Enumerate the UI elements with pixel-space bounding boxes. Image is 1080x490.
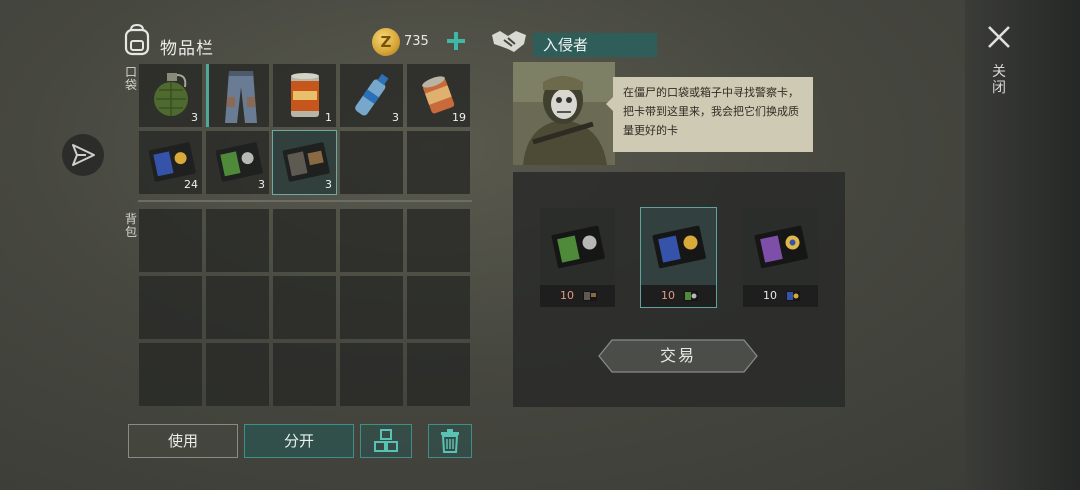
police-card-green-icon <box>551 225 605 269</box>
police-card-green-icon <box>684 291 698 301</box>
trash-icon <box>441 429 459 453</box>
item-count: 3 <box>258 178 265 191</box>
share-button[interactable] <box>62 134 104 176</box>
backpack-slot[interactable] <box>340 343 403 406</box>
sort-button[interactable] <box>360 424 412 458</box>
trader-speech-bubble: 在僵尸的口袋或箱子中寻找警察卡，把卡带到这里来，我会把它们换成质量更好的卡 <box>606 77 813 152</box>
item-count: 19 <box>452 111 466 124</box>
backpack-slot[interactable] <box>407 343 470 406</box>
close-icon[interactable] <box>986 24 1012 50</box>
pocket-slot-police-card-blue[interactable]: 24 <box>139 131 202 194</box>
offer-price: 10 <box>540 285 615 307</box>
use-button[interactable]: 使用 <box>128 424 238 458</box>
item-count: 24 <box>184 178 198 191</box>
backpack-slot[interactable] <box>206 209 269 272</box>
backpack-slot[interactable] <box>139 343 202 406</box>
canned-food-icon <box>291 73 319 117</box>
pocket-slot-water-bottle[interactable]: 3 <box>340 64 403 127</box>
police-card-gray-icon <box>583 291 597 301</box>
trade-offer-purple-card[interactable]: 10 <box>743 208 818 307</box>
backpack-slot[interactable] <box>273 276 336 339</box>
close-label[interactable]: 关闭 <box>991 64 1007 96</box>
pocket-slot-empty[interactable] <box>407 131 470 194</box>
trade-button[interactable]: 交易 <box>598 339 758 373</box>
add-coins-button[interactable] <box>446 31 466 51</box>
item-count: 3 <box>191 111 198 124</box>
water-bottle-icon <box>355 73 389 116</box>
police-card-gray-icon <box>282 142 330 182</box>
backpack-slot[interactable] <box>340 209 403 272</box>
pocket-slot-empty[interactable] <box>340 131 403 194</box>
backpack-icon <box>124 24 150 56</box>
backpack-slot[interactable] <box>407 276 470 339</box>
price-value: 10 <box>661 289 675 302</box>
pocket-slot-police-card-green[interactable]: 3 <box>206 131 269 194</box>
pocket-backpack-divider <box>138 200 472 202</box>
offer-price: 10 <box>641 285 716 307</box>
inventory-title: 物品栏 <box>160 39 214 59</box>
offer-price: 10 <box>743 285 818 307</box>
pocket-slot-canned-food[interactable]: 1 <box>273 64 336 127</box>
backpack-slot[interactable] <box>139 276 202 339</box>
item-count: 3 <box>392 111 399 124</box>
backpack-slot[interactable] <box>273 209 336 272</box>
trade-offer-green-card[interactable]: 10 <box>540 208 615 307</box>
split-button[interactable]: 分开 <box>244 424 354 458</box>
grenade-icon <box>154 73 188 116</box>
handshake-icon <box>492 31 526 52</box>
backpack-slot[interactable] <box>273 343 336 406</box>
backpack-label: 背包 <box>124 212 137 239</box>
item-count: 3 <box>325 178 332 191</box>
item-count: 1 <box>325 111 332 124</box>
price-value: 10 <box>560 289 574 302</box>
backpack-slot[interactable] <box>206 276 269 339</box>
coin-icon: Z <box>372 28 400 56</box>
right-side-panel <box>965 0 1080 490</box>
police-card-blue-icon <box>786 291 800 301</box>
pocket-slot-jeans[interactable] <box>206 64 269 127</box>
backpack-slot[interactable] <box>139 209 202 272</box>
police-card-green-icon <box>215 142 263 182</box>
send-icon <box>72 144 95 166</box>
pocket-label: 口袋 <box>124 65 137 92</box>
backpack-slot[interactable] <box>340 276 403 339</box>
backpack-slot[interactable] <box>407 209 470 272</box>
coin-count: 735 <box>404 34 429 49</box>
backpack-slot[interactable] <box>206 343 269 406</box>
trader-name: 入侵者 <box>533 33 657 57</box>
pocket-slot-grenade[interactable]: 3 <box>139 64 202 127</box>
pocket-slot-open-can[interactable]: 19 <box>407 64 470 127</box>
discard-button[interactable] <box>428 424 472 458</box>
police-card-blue-icon <box>652 225 706 269</box>
pocket-slot-police-card-gray[interactable]: 3 <box>272 130 337 195</box>
price-value: 10 <box>763 289 777 302</box>
trader-portrait <box>513 62 615 165</box>
trade-offer-blue-card[interactable]: 10 <box>640 207 717 308</box>
trader-portrait-image <box>513 62 615 165</box>
jeans-icon <box>225 71 257 123</box>
grid-sort-icon <box>374 429 398 452</box>
police-card-purple-icon <box>754 225 808 269</box>
